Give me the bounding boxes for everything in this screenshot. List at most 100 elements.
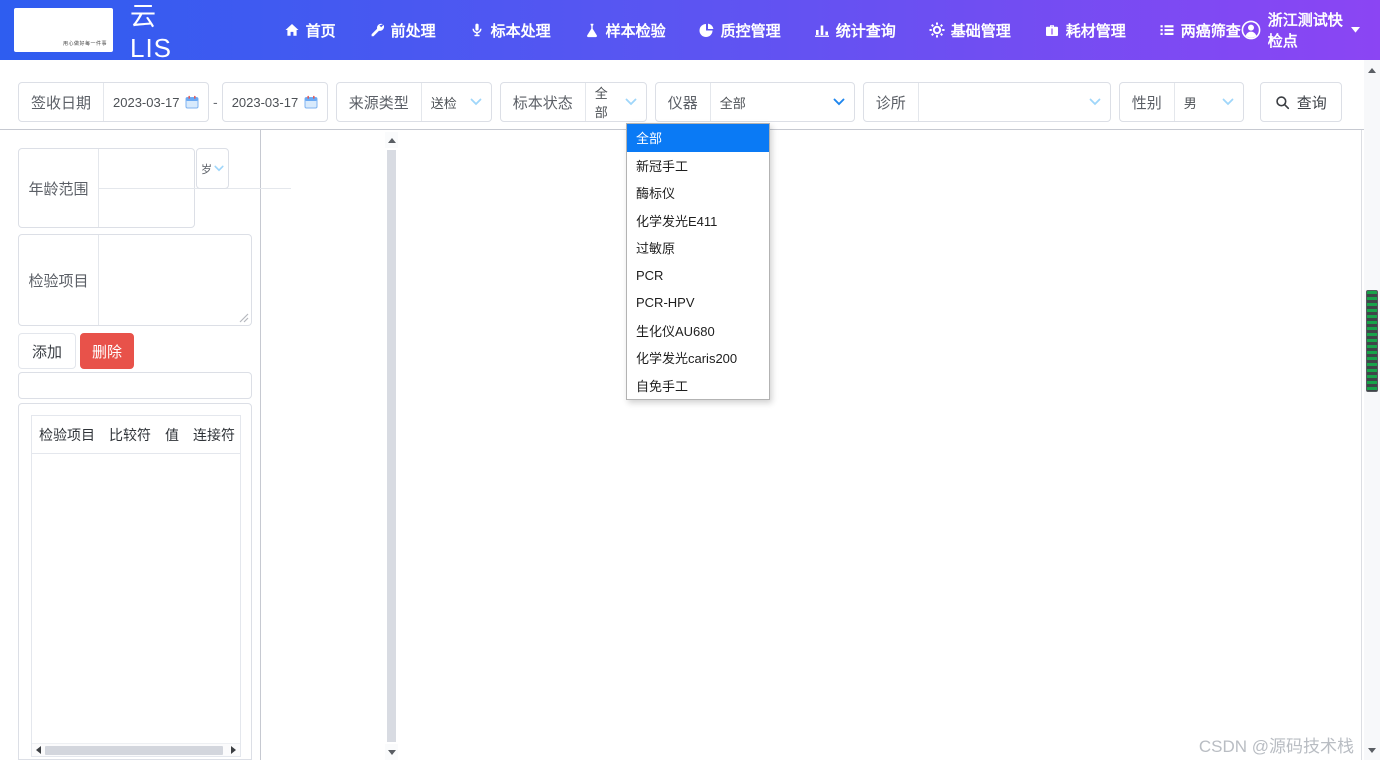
scroll-right-icon[interactable] <box>227 744 240 757</box>
age-range-group: 年龄范围 <box>18 148 195 228</box>
receive-date-label: 签收日期 <box>19 83 104 121</box>
nav-item-label: 首页 <box>306 20 336 41</box>
age-range-label: 年龄范围 <box>19 149 99 227</box>
instrument-dropdown: 全部新冠手工酶标仪化学发光E411过敏原PCRPCR-HPV生化仪AU680化学… <box>626 123 770 400</box>
horizontal-scroll-thumb[interactable] <box>45 746 223 755</box>
left-filter-panel: 年龄范围 岁 检验项目 添加 删除 检验项目比较符值连接符 <box>18 148 252 760</box>
scroll-up-icon[interactable] <box>1364 62 1380 78</box>
specimen-icon <box>469 22 485 38</box>
receive-date-to-group <box>222 82 328 122</box>
user-icon <box>1241 20 1261 40</box>
instrument-option[interactable]: 化学发光caris200 <box>627 344 769 372</box>
chevron-down-icon <box>1089 98 1101 106</box>
specimen-status-select[interactable]: 全部 <box>586 83 646 121</box>
condition-table-container: 检验项目比较符值连接符 <box>18 403 252 760</box>
instrument-option[interactable]: PCR-HPV <box>627 289 769 317</box>
test-items-group: 检验项目 <box>18 234 252 326</box>
instrument-option[interactable]: 酶标仪 <box>627 179 769 207</box>
nav-item-label: 两癌筛查 <box>1181 20 1241 41</box>
nav-item-label: 前处理 <box>391 20 436 41</box>
top-navbar: 用心做好每一件事 云LIS 首页前处理标本处理样本检验质控管理统计查询基础管理耗… <box>0 0 1380 60</box>
age-unit-select[interactable]: 岁 <box>196 148 229 189</box>
chevron-down-icon <box>470 98 482 106</box>
calendar-icon[interactable] <box>185 95 199 109</box>
list-icon <box>1159 22 1175 38</box>
horizontal-scrollbar[interactable] <box>32 743 240 756</box>
instrument-option[interactable]: 新冠手工 <box>627 152 769 180</box>
source-type-select[interactable]: 送检 <box>422 83 491 121</box>
user-name: 浙江测试快检点 <box>1268 9 1344 51</box>
nav-item-specimen[interactable]: 标本处理 <box>469 20 551 41</box>
specimen-status-label: 标本状态 <box>501 83 586 121</box>
instrument-option[interactable]: PCR <box>627 262 769 290</box>
age-max-input[interactable] <box>99 188 291 228</box>
nav-item-label: 质控管理 <box>721 20 781 41</box>
scroll-up-icon[interactable] <box>385 132 398 148</box>
specimen-status-group: 标本状态 全部 <box>500 82 647 122</box>
calendar-icon[interactable] <box>304 95 318 109</box>
date-to-input[interactable] <box>232 95 298 110</box>
add-button[interactable]: 添加 <box>18 333 76 369</box>
search-button[interactable]: 查询 <box>1260 82 1342 122</box>
gender-label: 性别 <box>1120 83 1175 121</box>
nav-item-screening[interactable]: 两癌筛查 <box>1159 20 1241 41</box>
clinic-select[interactable] <box>919 83 1110 121</box>
nav-item-basic[interactable]: 基础管理 <box>929 20 1011 41</box>
column-header: 连接符 <box>186 425 242 445</box>
age-min-input[interactable] <box>99 149 291 188</box>
gear-icon <box>929 22 945 38</box>
scroll-left-icon[interactable] <box>32 744 45 757</box>
user-menu[interactable]: 浙江测试快检点 <box>1241 9 1366 51</box>
flask-icon <box>584 22 600 38</box>
instrument-option[interactable]: 生化仪AU680 <box>627 317 769 345</box>
list-vertical-scrollbar[interactable] <box>385 132 398 760</box>
test-items-label: 检验项目 <box>19 235 99 325</box>
instrument-option[interactable]: 过敏原 <box>627 234 769 262</box>
scroll-down-icon[interactable] <box>1364 742 1380 758</box>
column-header: 值 <box>158 425 186 445</box>
search-icon <box>1275 95 1290 110</box>
gender-select[interactable]: 男 <box>1175 83 1243 121</box>
date-from-input[interactable] <box>113 95 179 110</box>
company-logo[interactable]: 用心做好每一件事 <box>14 8 113 52</box>
nav-menu: 首页 前处理 标本处理 样本检验 质控管理 统计查询 基础管理 耗材管理 两癌筛查 <box>284 20 1241 41</box>
instrument-select[interactable]: 全部 <box>711 83 854 121</box>
home-icon <box>284 22 300 38</box>
nav-item-supplies[interactable]: 耗材管理 <box>1044 20 1126 41</box>
page-scroll-thumb[interactable] <box>1366 290 1378 392</box>
nav-item-sample-test[interactable]: 样本检验 <box>584 20 666 41</box>
nav-item-label: 基础管理 <box>951 20 1011 41</box>
nav-item-preprocess[interactable]: 前处理 <box>369 20 436 41</box>
instrument-option[interactable]: 自免手工 <box>627 372 769 400</box>
nav-item-label: 标本处理 <box>491 20 551 41</box>
briefcase-icon <box>1044 22 1060 38</box>
column-header: 检验项目 <box>32 425 102 445</box>
condition-table-body <box>32 454 240 743</box>
scroll-down-icon[interactable] <box>385 744 398 760</box>
list-scroll-thumb[interactable] <box>387 150 396 742</box>
chevron-down-icon <box>833 98 845 106</box>
instrument-option[interactable]: 化学发光E411 <box>627 207 769 235</box>
chevron-down-icon <box>1222 98 1234 106</box>
nav-item-home[interactable]: 首页 <box>284 20 336 41</box>
caret-down-icon <box>1351 27 1360 33</box>
test-items-textarea[interactable] <box>99 235 251 325</box>
condition-input[interactable] <box>18 372 252 399</box>
delete-button[interactable]: 删除 <box>80 333 134 369</box>
gender-group: 性别 男 <box>1119 82 1244 122</box>
watermark: CSDN @源码技术栈 <box>1199 732 1354 757</box>
pie-chart-icon <box>699 22 715 38</box>
condition-table-header: 检验项目比较符值连接符 <box>32 416 240 454</box>
filter-toolbar: 签收日期 - 来源类型 送检 标本状态 全部 <box>18 82 1342 122</box>
wrench-icon <box>369 22 385 38</box>
main-panel-right-border <box>1361 130 1362 760</box>
nav-item-stats[interactable]: 统计查询 <box>814 20 896 41</box>
receive-date-group: 签收日期 <box>18 82 209 122</box>
source-type-group: 来源类型 送检 <box>336 82 492 122</box>
nav-item-label: 耗材管理 <box>1066 20 1126 41</box>
nav-item-qc[interactable]: 质控管理 <box>699 20 781 41</box>
page-vertical-scrollbar[interactable] <box>1364 60 1380 760</box>
horizontal-scroll-track[interactable] <box>45 745 227 756</box>
resize-handle-icon[interactable] <box>239 313 249 323</box>
instrument-option[interactable]: 全部 <box>627 124 769 152</box>
